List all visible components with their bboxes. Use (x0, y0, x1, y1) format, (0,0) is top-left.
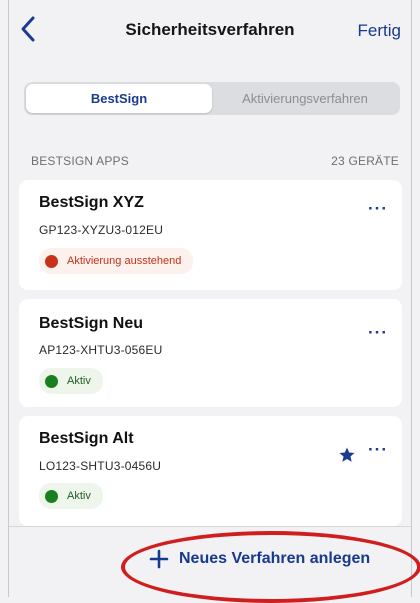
section-header: BESTSIGN APPS 23 GERÄTE (31, 154, 399, 168)
status-label: Aktiv (67, 490, 91, 502)
status-dot-icon (45, 374, 58, 388)
status-dot-icon (45, 489, 58, 503)
status-label: Aktivierung ausstehend (67, 255, 182, 267)
page-title: Sicherheitsverfahren (125, 20, 295, 39)
more-options-icon[interactable]: ··· (368, 440, 388, 460)
status-badge: Aktiv (39, 368, 103, 394)
status-badge: Aktiv (39, 483, 103, 509)
done-button[interactable]: Fertig (358, 21, 401, 41)
favorite-star-icon[interactable] (338, 446, 356, 464)
plus-icon (149, 549, 169, 569)
status-dot-icon (45, 254, 58, 268)
app-serial: GP123-XYZU3-012EU (39, 223, 164, 237)
app-name: BestSign Neu (39, 315, 144, 332)
app-card[interactable]: BestSign Alt LO123-SHTU3-0456U ··· Aktiv (19, 416, 402, 526)
tab-aktivierungsverfahren[interactable]: Aktivierungsverfahren (212, 84, 398, 113)
app-card[interactable]: BestSign XYZ GP123-XYZU3-012EU ··· Aktiv… (19, 180, 402, 290)
new-procedure-button[interactable]: Neues Verfahren anlegen (149, 549, 370, 569)
nav-bar: Sicherheitsverfahren Fertig (9, 0, 411, 62)
app-name: BestSign XYZ (39, 194, 144, 211)
section-title: BESTSIGN APPS (31, 154, 129, 168)
app-serial: LO123-SHTU3-0456U (39, 459, 162, 473)
device-count: 23 GERÄTE (331, 154, 399, 168)
app-screen: Sicherheitsverfahren Fertig BestSign Akt… (8, 0, 420, 603)
app-card[interactable]: BestSign Neu AP123-XHTU3-056EU ··· Aktiv (19, 299, 402, 407)
status-label: Aktiv (67, 375, 91, 387)
new-procedure-label: Neues Verfahren anlegen (179, 550, 371, 567)
bottom-toolbar: Neues Verfahren anlegen (9, 526, 420, 603)
app-name: BestSign Alt (39, 430, 134, 447)
more-options-icon[interactable]: ··· (368, 199, 388, 219)
segmented-control: BestSign Aktivierungsverfahren (24, 82, 400, 115)
tab-bestsign[interactable]: BestSign (26, 84, 212, 113)
more-options-icon[interactable]: ··· (368, 323, 388, 343)
status-badge: Aktivierung ausstehend (39, 248, 194, 274)
app-serial: AP123-XHTU3-056EU (39, 343, 163, 357)
